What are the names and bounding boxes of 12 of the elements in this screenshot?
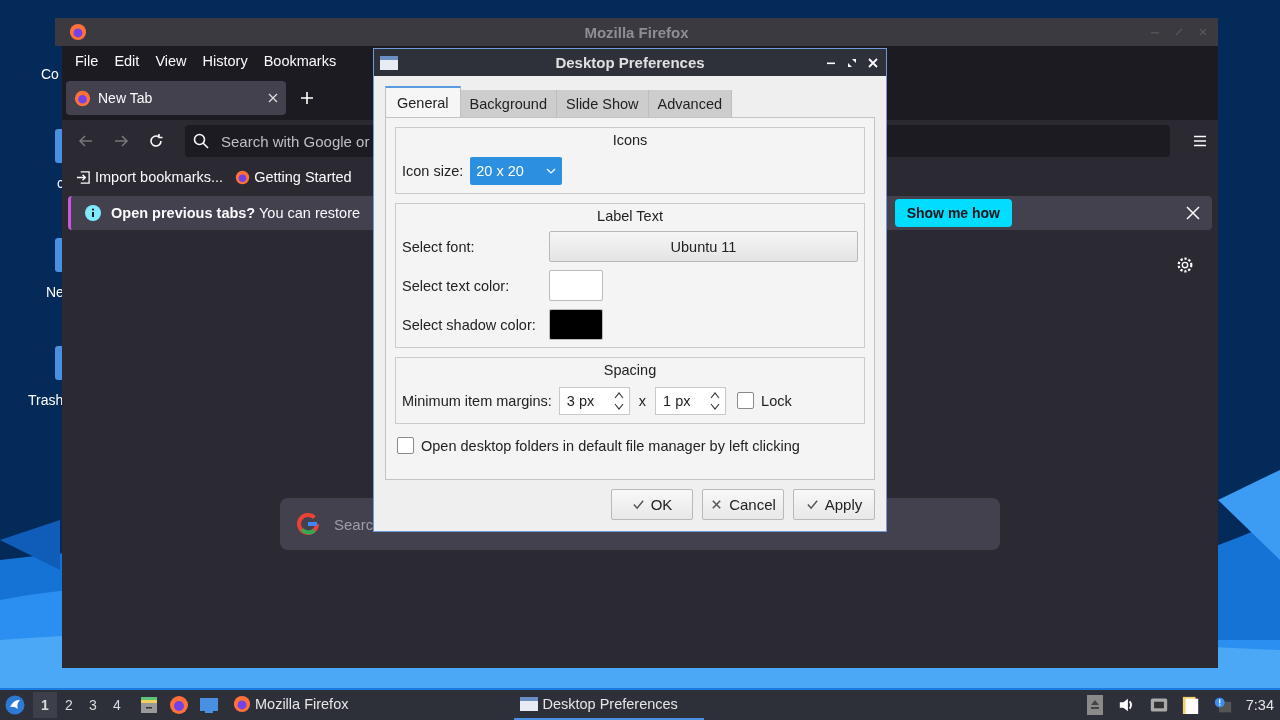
group-title: Spacing — [602, 362, 658, 378]
separator-label: x — [638, 392, 647, 409]
notification-text: Open previous tabs? You can restore — [111, 205, 361, 221]
field-label: Select font: — [402, 238, 476, 255]
field-label: Minimum item margins: — [402, 392, 552, 409]
group-title: Icons — [611, 132, 649, 148]
group-title: Label Text — [596, 208, 664, 224]
field-label: Icon size: — [402, 162, 464, 179]
field-label: Select shadow color: — [402, 316, 537, 333]
field-label: Select text color: — [402, 277, 511, 294]
window-title: Mozilla Firefox — [584, 23, 689, 41]
dialog-title: Desktop Preferences — [555, 54, 705, 71]
